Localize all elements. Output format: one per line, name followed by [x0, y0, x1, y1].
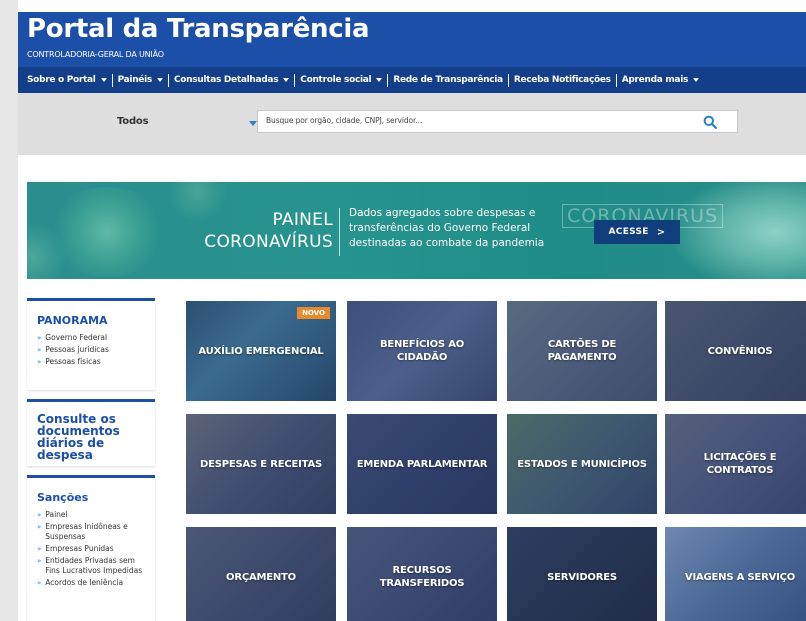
- search-placeholder: Busque por orgão, cidade, CNPJ, servidor…: [266, 116, 423, 125]
- sidebar: PANORAMA » Governo Federal » Pessoas juríd…: [27, 298, 155, 621]
- chevron-right-icon: >: [656, 226, 666, 238]
- double-chevron-icon: »: [37, 579, 42, 587]
- double-chevron-icon: »: [37, 511, 42, 519]
- link-label: Pessoas físicas: [45, 357, 101, 366]
- tile-cartoes-de-pagamento[interactable]: CARTÕES DE PAGAMENTO: [507, 301, 657, 401]
- sancoes-title[interactable]: Sanções: [37, 491, 147, 504]
- site-title[interactable]: Portal da Transparência: [27, 12, 370, 46]
- double-chevron-icon: »: [37, 557, 42, 565]
- tile-label: CONVÊNIOS: [707, 345, 773, 357]
- nav-sobre-o-portal[interactable]: Sobre o Portal: [22, 74, 112, 87]
- chevron-down-icon: [249, 121, 257, 126]
- chevron-down-icon: [100, 78, 107, 82]
- tile-label: LICITAÇÕES E CONTRATOS: [703, 452, 777, 476]
- novo-badge: NOVO: [297, 307, 330, 319]
- nav-rede-de-transparencia[interactable]: Rede de Transparência: [387, 73, 507, 87]
- tile-convenios[interactable]: CONVÊNIOS: [665, 301, 806, 401]
- tile-viagens-a-servico[interactable]: VIAGENS A SERVIÇO: [665, 527, 806, 621]
- tile-label: BENEFÍCIOS AO CIDADÃO: [379, 339, 465, 363]
- banner-button-label: ACESSE: [608, 227, 649, 237]
- tile-label: ESTADOS E MUNICÍPIOS: [517, 458, 647, 470]
- chevron-down-icon: [283, 78, 290, 82]
- banner-title-coronavirus: CORONAVÍRUS: [204, 232, 333, 252]
- banner-access-button[interactable]: ACESSE >: [594, 220, 680, 244]
- sidebar-link-acordos-leniencia[interactable]: » Acordos de leniência: [37, 578, 147, 588]
- banner-title-painel: PAINEL: [272, 210, 333, 230]
- nav-aprenda-mais[interactable]: Aprenda mais: [615, 73, 704, 87]
- double-chevron-icon: »: [37, 545, 42, 553]
- nav-label: Aprenda mais: [621, 74, 689, 85]
- nav-label: Sobre o Portal: [27, 74, 96, 85]
- double-chevron-icon: »: [37, 346, 42, 354]
- tile-label: SERVIDORES: [547, 571, 617, 583]
- chevron-down-icon: [156, 78, 163, 82]
- search-icon[interactable]: [703, 115, 717, 129]
- sidebar-link-governo-federal[interactable]: » Governo Federal: [37, 333, 147, 343]
- portal-page: Portal da Transparência CONTROLADORIA-GE…: [18, 0, 806, 621]
- nav-label: Consultas Detalhadas: [173, 74, 279, 85]
- nav-paineis[interactable]: Painéis: [111, 73, 168, 87]
- main-nav: Sobre o Portal Painéis Consultas Detalha…: [18, 67, 806, 93]
- link-label: Acordos de leniência: [45, 578, 124, 587]
- tile-label: RECURSOS TRANSFERIDOS: [379, 565, 465, 589]
- tile-label: EMENDA PARLAMENTAR: [356, 458, 488, 470]
- tile-estados-e-municipios[interactable]: ESTADOS E MUNICÍPIOS: [507, 414, 657, 514]
- link-label: Entidades Privadas sem Fins Lucrativos I…: [45, 556, 143, 575]
- link-label: Pessoas jurídicas: [45, 345, 109, 354]
- gloved-hand-illustration: [667, 182, 806, 279]
- tile-orcamento[interactable]: ORÇAMENTO: [186, 527, 336, 621]
- link-label: Empresas Inidôneas e Suspensas: [45, 522, 128, 541]
- sidebar-link-empresas-inidoneas[interactable]: » Empresas Inidôneas e Suspensas: [37, 522, 147, 542]
- tile-label: AUXÍLIO EMERGENCIAL: [198, 345, 324, 357]
- tile-label: ORÇAMENTO: [226, 571, 296, 583]
- tile-label: CARTÕES DE PAGAMENTO: [547, 339, 617, 363]
- panorama-title[interactable]: PANORAMA: [37, 314, 147, 327]
- tile-recursos-transferidos[interactable]: RECURSOS TRANSFERIDOS: [347, 527, 497, 621]
- sidebar-link-entidades-privadas[interactable]: » Entidades Privadas sem Fins Lucrativos …: [37, 556, 147, 576]
- chevron-down-icon: [693, 78, 700, 82]
- banner-divider: [339, 208, 340, 256]
- sidebar-link-pessoas-fisicas[interactable]: » Pessoas físicas: [37, 357, 147, 367]
- sidebar-link-pessoas-juridicas[interactable]: » Pessoas jurídicas: [37, 345, 147, 355]
- search-input[interactable]: Busque por orgão, cidade, CNPJ, servidor…: [257, 110, 738, 133]
- panorama-box: PANORAMA » Governo Federal » Pessoas juríd…: [27, 298, 155, 390]
- chevron-down-icon: [376, 78, 383, 82]
- sancoes-box: Sanções » Painel » Empresas Inidôneas e Su…: [27, 475, 155, 621]
- site-subtitle: CONTROLADORIA-GERAL DA UNIÃO: [27, 50, 164, 59]
- banner-description: Dados agregados sobre despesas e transfe…: [349, 207, 545, 249]
- consulte-box[interactable]: Consulte os documentos diários de despes…: [27, 399, 155, 466]
- nav-receba-notificacoes[interactable]: Receba Notificações: [507, 73, 616, 87]
- double-chevron-icon: »: [37, 358, 42, 366]
- nav-label: Painéis: [117, 74, 153, 85]
- site-header: Portal da Transparência CONTROLADORIA-GE…: [18, 12, 806, 93]
- coronavirus-banner[interactable]: PAINEL CORONAVÍRUS Dados agregados sobre…: [27, 182, 806, 279]
- nav-label: Receba Notificações: [513, 74, 611, 85]
- tile-despesas-e-receitas[interactable]: DESPESAS E RECEITAS: [186, 414, 336, 514]
- tile-label: DESPESAS E RECEITAS: [199, 458, 323, 470]
- tile-licitacoes-e-contratos[interactable]: LICITAÇÕES E CONTRATOS: [665, 414, 806, 514]
- double-chevron-icon: »: [37, 523, 42, 531]
- tile-servidores[interactable]: SERVIDORES: [507, 527, 657, 621]
- nav-consultas-detalhadas[interactable]: Consultas Detalhadas: [167, 73, 294, 87]
- nav-label: Controle social: [300, 74, 372, 85]
- virus-illustration-icon: [167, 182, 227, 222]
- double-chevron-icon: »: [37, 334, 42, 342]
- window-left-edge: [0, 0, 18, 621]
- tile-label: VIAGENS A SERVIÇO: [684, 571, 796, 583]
- tile-auxilio-emergencial[interactable]: NOVO AUXÍLIO EMERGENCIAL: [186, 301, 336, 401]
- link-label: Governo Federal: [45, 333, 108, 342]
- nav-controle-social[interactable]: Controle social: [294, 73, 387, 87]
- search-scope-value: Todos: [117, 116, 149, 127]
- link-label: Empresas Punidas: [45, 544, 114, 553]
- tile-beneficios-ao-cidadao[interactable]: BENEFÍCIOS AO CIDADÃO: [347, 301, 497, 401]
- tile-emenda-parlamentar[interactable]: EMENDA PARLAMENTAR: [347, 414, 497, 514]
- nav-label: Rede de Transparência: [393, 74, 503, 85]
- consulte-title: Consulte os documentos diários de despes…: [37, 412, 120, 462]
- sidebar-link-empresas-punidas[interactable]: » Empresas Punidas: [37, 544, 147, 554]
- link-label: Painel: [45, 510, 68, 519]
- sidebar-link-painel[interactable]: » Painel: [37, 510, 147, 520]
- search-scope-select[interactable]: Todos: [102, 112, 257, 134]
